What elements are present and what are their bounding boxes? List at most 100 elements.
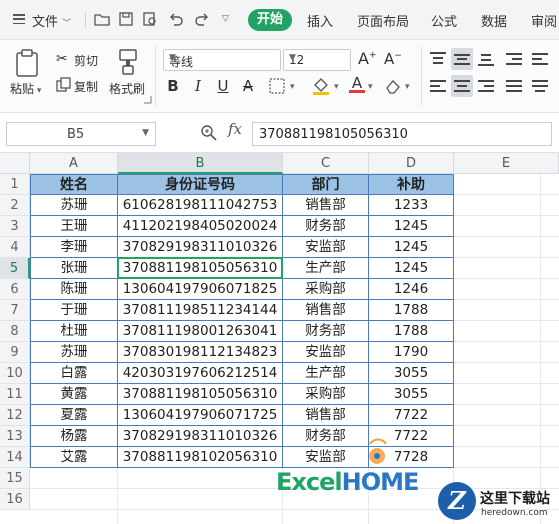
table-cell[interactable]: 安监部 (283, 447, 369, 468)
table-cell[interactable]: 安监部 (283, 237, 369, 258)
table-cell[interactable]: 1245 (369, 216, 454, 237)
table-cell[interactable]: 生产部 (283, 258, 369, 279)
table-cell[interactable]: 1790 (369, 342, 454, 363)
tab-home[interactable]: 开始 (248, 9, 292, 31)
table-cell[interactable]: 生产部 (283, 363, 369, 384)
undo-icon[interactable] (168, 11, 184, 27)
tab-insert[interactable]: 插入 (307, 11, 333, 30)
chevron-down-icon[interactable]: ▾ (368, 82, 373, 92)
strikethrough-icon[interactable]: A (238, 76, 258, 96)
row-header-11[interactable]: 11 (0, 384, 30, 405)
file-menu[interactable]: 文件 ﹀ (32, 11, 71, 30)
chevron-down-icon[interactable]: ▾ (334, 82, 339, 92)
table-cell[interactable]: 销售部 (283, 405, 369, 426)
cut-button[interactable]: 剪切 (74, 52, 98, 69)
row-header-1[interactable]: 1 (0, 174, 30, 195)
paste-icon[interactable] (14, 48, 40, 78)
paste-button[interactable]: 粘贴 ▾ (10, 80, 41, 97)
row-header-9[interactable]: 9 (0, 342, 30, 363)
row-header-4[interactable]: 4 (0, 237, 30, 258)
font-color-icon[interactable]: A (349, 74, 365, 93)
row-header-7[interactable]: 7 (0, 300, 30, 321)
table-cell[interactable]: 财务部 (283, 321, 369, 342)
table-cell[interactable]: 3055 (369, 363, 454, 384)
row-header-3[interactable]: 3 (0, 216, 30, 237)
align-left-icon[interactable] (427, 75, 449, 97)
font-size-select[interactable]: 12 ▼ (283, 49, 351, 71)
table-cell[interactable]: 3055 (369, 384, 454, 405)
zoom-magnifier-icon[interactable] (200, 124, 218, 142)
table-cell[interactable]: 艾露 (30, 447, 118, 468)
table-cell[interactable]: 销售部 (283, 195, 369, 216)
clear-format-icon[interactable] (384, 77, 402, 95)
table-cell[interactable]: 财务部 (283, 426, 369, 447)
row-header-12[interactable]: 12 (0, 405, 30, 426)
table-cell[interactable]: 610628198111042753 (118, 195, 283, 216)
column-header-e[interactable]: E (454, 153, 559, 174)
table-cell[interactable]: 420303197606212514 (118, 363, 283, 384)
align-bottom-icon[interactable] (475, 48, 497, 70)
table-cell[interactable]: 1788 (369, 300, 454, 321)
underline-icon[interactable]: U (213, 76, 233, 96)
formula-input[interactable]: 370881198105056310 (252, 122, 552, 146)
table-cell[interactable]: 黄露 (30, 384, 118, 405)
tab-page-layout[interactable]: 页面布局 (357, 11, 409, 30)
row-header-15[interactable]: 15 (0, 468, 30, 489)
table-cell[interactable]: 李珊 (30, 237, 118, 258)
fill-color-icon[interactable] (311, 76, 331, 96)
format-painter-icon[interactable] (116, 48, 140, 76)
format-painter-button[interactable]: 格式刷 (109, 80, 145, 97)
align-right-icon[interactable] (475, 75, 497, 97)
table-cell[interactable]: 411202198405020024 (118, 216, 283, 237)
table-cell[interactable]: 1246 (369, 279, 454, 300)
table-cell[interactable]: 130604197906071825 (118, 279, 283, 300)
row-header-16[interactable]: 16 (0, 489, 30, 510)
table-header-cell[interactable]: 部门 (283, 174, 369, 195)
bold-icon[interactable]: B (163, 76, 183, 96)
table-cell[interactable]: 130604197906071725 (118, 405, 283, 426)
table-cell[interactable]: 1788 (369, 321, 454, 342)
chevron-down-icon[interactable]: ▾ (290, 82, 295, 92)
table-cell[interactable]: 王珊 (30, 216, 118, 237)
borders-icon[interactable] (269, 78, 285, 94)
redo-icon[interactable] (194, 11, 210, 27)
align-middle-icon[interactable] (451, 48, 473, 70)
table-cell[interactable]: 370811198001263041 (118, 321, 283, 342)
tab-review[interactable]: 审阅 (531, 11, 557, 30)
table-cell[interactable]: 张珊 (30, 258, 118, 279)
menu-hamburger-icon[interactable] (13, 14, 25, 25)
table-cell[interactable]: 销售部 (283, 300, 369, 321)
table-header-cell[interactable]: 身份证号码 (118, 174, 283, 195)
table-cell[interactable]: 苏珊 (30, 342, 118, 363)
table-cell[interactable]: 杨露 (30, 426, 118, 447)
font-name-select[interactable]: 等线 ▼ (163, 49, 281, 71)
select-all-corner[interactable] (0, 153, 30, 174)
table-cell[interactable]: 370881198105056310 (118, 384, 283, 405)
column-header-b[interactable]: B (118, 153, 283, 174)
scissors-icon[interactable]: ✂ (56, 51, 68, 67)
table-cell[interactable]: 夏露 (30, 405, 118, 426)
save-icon[interactable] (118, 11, 134, 27)
row-header-6[interactable]: 6 (0, 279, 30, 300)
decrease-indent-icon[interactable] (503, 48, 525, 70)
chevron-down-icon[interactable]: ▾ (405, 82, 410, 92)
table-cell[interactable]: 采购部 (283, 384, 369, 405)
table-cell[interactable]: 1233 (369, 195, 454, 216)
copy-button[interactable]: 复制 (74, 78, 98, 95)
table-cell[interactable]: 1245 (369, 258, 454, 279)
justify-icon[interactable] (503, 75, 525, 97)
tab-formulas[interactable]: 公式 (431, 11, 457, 30)
table-cell[interactable]: 白露 (30, 363, 118, 384)
row-header-2[interactable]: 2 (0, 195, 30, 216)
align-top-icon[interactable] (427, 48, 449, 70)
column-header-a[interactable]: A (30, 153, 118, 174)
active-cell-b5[interactable] (117, 257, 283, 279)
row-header-5[interactable]: 5 (0, 258, 30, 279)
table-cell[interactable]: 于珊 (30, 300, 118, 321)
align-center-icon[interactable] (451, 75, 473, 97)
tab-data[interactable]: 数据 (481, 11, 507, 30)
name-box[interactable]: B5 ▼ (6, 122, 156, 146)
increase-font-icon[interactable]: A+ (358, 49, 377, 68)
table-header-cell[interactable]: 姓名 (30, 174, 118, 195)
increase-indent-icon[interactable] (529, 48, 551, 70)
